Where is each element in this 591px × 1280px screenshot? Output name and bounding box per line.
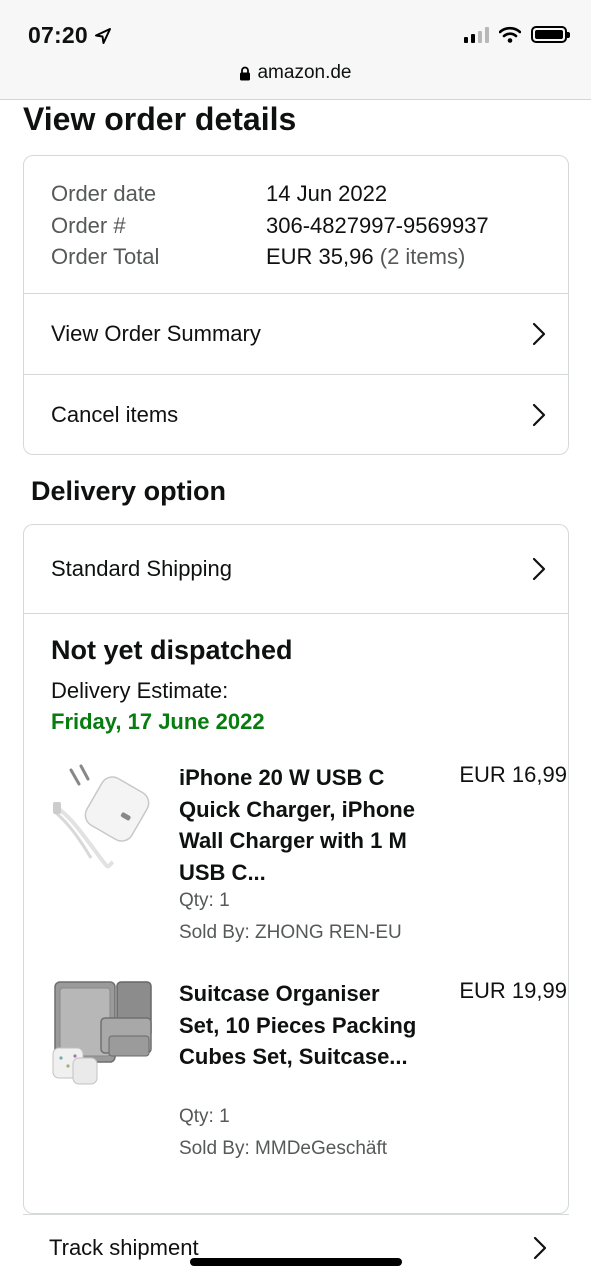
browser-top-bar: 07:20 amazon.de [0, 0, 591, 100]
address-bar[interactable]: amazon.de [0, 62, 591, 84]
packing-cubes-image[interactable] [51, 978, 156, 1088]
cancel-items-link[interactable]: Cancel items [24, 375, 568, 455]
chevron-right-icon [532, 557, 546, 581]
battery-icon [531, 26, 570, 43]
order-total-items: (2 items) [379, 244, 466, 269]
chevron-right-icon [532, 322, 546, 346]
track-shipment-link[interactable]: Track shipment [23, 1214, 569, 1280]
order-number-label: Order # [51, 212, 126, 238]
order-total-amount: EUR 35,96 [266, 244, 374, 269]
delivery-option-heading: Delivery option [31, 476, 227, 506]
chevron-right-icon [532, 403, 546, 427]
shipping-method-label: Standard Shipping [51, 556, 233, 581]
order-total-value: EUR 35,96 (2 items) [266, 241, 465, 273]
order-item: iPhone 20 W USB C Quick Charger, iPhone … [51, 762, 567, 962]
url-text: amazon.de [257, 62, 352, 83]
item-price: EUR 16,99 [459, 762, 567, 787]
home-indicator[interactable] [190, 1258, 402, 1266]
item-quantity: Qty: 1 [179, 1106, 230, 1127]
order-date-row: Order date 14 Jun 2022 [51, 178, 489, 210]
lock-icon [240, 66, 251, 80]
item-name-link[interactable]: iPhone 20 W USB C Quick Charger, iPhone … [179, 762, 419, 888]
order-total-row: Order Total EUR 35,96 (2 items) [51, 241, 489, 273]
location-arrow-icon [94, 27, 111, 44]
view-order-summary-link[interactable]: View Order Summary [24, 294, 568, 374]
order-total-label: Order Total [51, 244, 160, 269]
shipment-status: Not yet dispatched [51, 635, 293, 665]
status-time: 07:20 [28, 22, 88, 48]
order-info-card: Order date 14 Jun 2022 Order # 306-48279… [23, 155, 569, 455]
wifi-icon [499, 26, 521, 43]
order-info-table: Order date 14 Jun 2022 Order # 306-48279… [51, 178, 489, 273]
status-icons [464, 26, 570, 43]
view-order-summary-label: View Order Summary [51, 321, 261, 346]
delivery-estimate-label: Delivery Estimate: [51, 678, 229, 703]
order-date-label: Order date [51, 181, 157, 206]
item-name-link[interactable]: Suitcase Organiser Set, 10 Pieces Packin… [179, 978, 419, 1073]
delivery-card: Standard Shipping Not yet dispatched Del… [23, 524, 569, 1214]
usb-charger-image[interactable] [51, 762, 156, 872]
delivery-estimate-date: Friday, 17 June 2022 [51, 709, 265, 734]
item-price: EUR 19,99 [459, 978, 567, 1003]
standard-shipping-link[interactable]: Standard Shipping [24, 525, 568, 613]
chevron-right-icon [533, 1236, 547, 1259]
order-number-row: Order # 306-4827997-9569937 [51, 210, 489, 242]
track-shipment-label: Track shipment [49, 1234, 199, 1260]
item-quantity: Qty: 1 [179, 890, 230, 911]
divider [24, 613, 568, 614]
order-number-value: 306-4827997-9569937 [266, 212, 489, 238]
cancel-items-label: Cancel items [51, 402, 179, 427]
order-date-value: 14 Jun 2022 [266, 181, 388, 206]
signal-icon [464, 26, 489, 43]
item-seller: Sold By: MMDeGeschäft [179, 1138, 388, 1159]
item-seller: Sold By: ZHONG REN-EU [179, 922, 402, 943]
order-item: Suitcase Organiser Set, 10 Pieces Packin… [51, 978, 567, 1178]
status-time-group: 07:20 [28, 22, 112, 49]
page-title: View order details [23, 101, 297, 137]
